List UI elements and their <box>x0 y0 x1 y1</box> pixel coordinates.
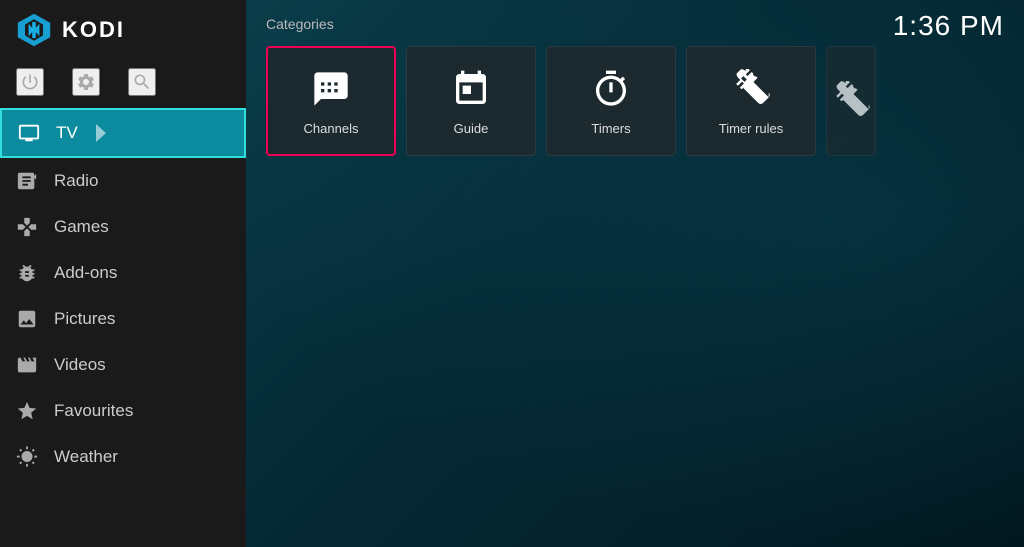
settings-button[interactable] <box>72 68 100 96</box>
sidebar-item-label-addons: Add-ons <box>54 263 117 283</box>
sidebar-item-label-favourites: Favourites <box>54 401 133 421</box>
sidebar-item-label-games: Games <box>54 217 109 237</box>
sidebar-item-label-weather: Weather <box>54 447 118 467</box>
channels-icon <box>309 67 353 111</box>
category-label-channels: Channels <box>304 121 359 136</box>
videos-icon <box>16 354 38 376</box>
sidebar-item-videos[interactable]: Videos <box>0 342 246 388</box>
app-title: KODI <box>62 17 125 43</box>
sidebar-item-weather[interactable]: Weather <box>0 434 246 480</box>
cursor-icon <box>96 124 106 142</box>
favourites-icon <box>16 400 38 422</box>
sidebar-item-tv[interactable]: TV <box>0 108 246 158</box>
timer-rules-icon <box>729 67 773 111</box>
timers-icon <box>589 67 633 111</box>
categories-grid: Channels Guide Timers <box>266 46 1004 156</box>
sidebar-item-label-tv: TV <box>56 123 78 143</box>
addons-icon <box>16 262 38 284</box>
games-icon <box>16 216 38 238</box>
power-button[interactable] <box>16 68 44 96</box>
sidebar-item-label-videos: Videos <box>54 355 106 375</box>
sidebar-item-pictures[interactable]: Pictures <box>0 296 246 342</box>
sidebar-item-radio[interactable]: Radio <box>0 158 246 204</box>
sidebar-nav: TV Radio Games <box>0 108 246 547</box>
sidebar-item-addons[interactable]: Add-ons <box>0 250 246 296</box>
power-icon <box>20 72 40 92</box>
category-card-timers[interactable]: Timers <box>546 46 676 156</box>
search-button[interactable] <box>128 68 156 96</box>
category-label-timer-rules: Timer rules <box>719 121 784 136</box>
category-label-timers: Timers <box>591 121 630 136</box>
guide-icon <box>449 67 493 111</box>
sidebar-top-actions <box>0 60 246 108</box>
settings-icon <box>76 72 96 92</box>
main-content: 1:36 PM Categories Channels <box>246 0 1024 547</box>
category-card-channels[interactable]: Channels <box>266 46 396 156</box>
search-icon <box>132 72 152 92</box>
search-category-icon <box>829 79 873 123</box>
weather-icon <box>16 446 38 468</box>
radio-icon <box>16 170 38 192</box>
category-card-guide[interactable]: Guide <box>406 46 536 156</box>
pictures-icon <box>16 308 38 330</box>
category-card-search[interactable] <box>826 46 876 156</box>
sidebar-header: KODI <box>0 0 246 60</box>
sidebar-item-label-pictures: Pictures <box>54 309 115 329</box>
category-card-timer-rules[interactable]: Timer rules <box>686 46 816 156</box>
sidebar-item-label-radio: Radio <box>54 171 98 191</box>
sidebar-item-games[interactable]: Games <box>0 204 246 250</box>
tv-icon <box>18 122 40 144</box>
sidebar-item-favourites[interactable]: Favourites <box>0 388 246 434</box>
categories-section: Categories Channels Guide <box>246 0 1024 156</box>
categories-label: Categories <box>266 16 1004 32</box>
category-label-guide: Guide <box>454 121 489 136</box>
kodi-logo-icon <box>16 12 52 48</box>
sidebar: KODI TV <box>0 0 246 547</box>
